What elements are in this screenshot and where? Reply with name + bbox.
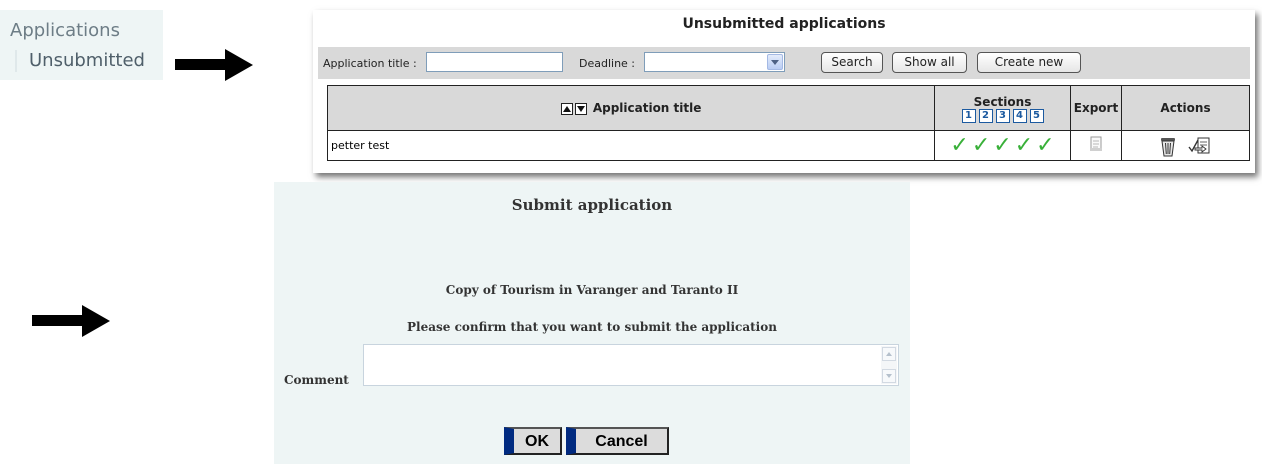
deadline-select[interactable]	[644, 52, 785, 72]
create-new-button[interactable]: Create new	[977, 52, 1081, 73]
comment-label: Comment	[284, 373, 349, 387]
dialog-application-name: Copy of Tourism in Varanger and Taranto …	[445, 283, 739, 297]
section-checks: ✓ ✓ ✓ ✓ ✓	[938, 133, 1067, 159]
filter-bar: Application title : Deadline : Search Sh…	[318, 47, 1250, 79]
dialog-confirm-text: Please confirm that you want to submit t…	[407, 320, 777, 334]
chevron-down-icon[interactable]	[767, 54, 783, 70]
nav-applications-link[interactable]: Applications	[10, 20, 120, 41]
ok-button[interactable]: OK	[504, 427, 562, 455]
nav-sub-indent	[15, 50, 17, 72]
row-actions	[1121, 130, 1250, 161]
comment-textarea[interactable]	[363, 344, 899, 386]
panel-title: Unsubmitted applications	[682, 16, 886, 32]
col-title-label: Application title	[592, 101, 702, 115]
check-icon: ✓	[1014, 132, 1034, 158]
title-filter-label: Application title :	[323, 57, 417, 70]
deadline-filter-label: Deadline :	[579, 57, 636, 70]
export-document-icon[interactable]	[1089, 136, 1103, 152]
section-links: 1 2 3 4 5	[935, 108, 1070, 123]
check-icon: ✓	[950, 132, 969, 158]
col-application-title: Application title	[327, 85, 935, 131]
check-icon: ✓	[1036, 132, 1055, 158]
section-link-1[interactable]: 1	[961, 108, 976, 123]
sort-down-icon[interactable]	[574, 102, 587, 115]
row-sections: ✓ ✓ ✓ ✓ ✓	[934, 130, 1071, 161]
col-sections: Sections 1 2 3 4 5	[934, 85, 1071, 131]
check-icon: ✓	[993, 132, 1012, 158]
section-link-5[interactable]: 5	[1029, 108, 1044, 123]
section-link-4[interactable]: 4	[1012, 108, 1027, 123]
scroll-up-icon[interactable]	[882, 347, 896, 361]
show-all-button[interactable]: Show all	[892, 52, 967, 73]
nav-unsubmitted-link[interactable]: Unsubmitted	[29, 50, 145, 71]
submit-application-icon[interactable]	[1188, 135, 1212, 157]
unsubmitted-applications-panel: Unsubmitted applications Application tit…	[313, 10, 1255, 173]
row-title[interactable]: petter test	[327, 130, 935, 161]
scroll-down-icon[interactable]	[882, 369, 896, 383]
col-export: Export	[1070, 85, 1122, 131]
table-header-row: Application title Sections 1 2 3 4 5 Exp…	[327, 85, 1250, 131]
trash-icon[interactable]	[1159, 135, 1177, 157]
applications-table: Application title Sections 1 2 3 4 5 Exp…	[327, 85, 1250, 161]
check-icon: ✓	[971, 132, 991, 158]
comment-scrollbar[interactable]	[881, 346, 897, 384]
right-arrow-icon	[32, 305, 110, 337]
col-export-label: Export	[1073, 101, 1119, 115]
col-sections-label: Sections	[973, 94, 1032, 109]
table-row[interactable]: petter test ✓ ✓ ✓ ✓ ✓	[327, 130, 1250, 161]
side-nav: Applications Unsubmitted	[0, 10, 163, 80]
col-actions: Actions	[1121, 85, 1250, 131]
sort-up-icon[interactable]	[560, 102, 573, 115]
title-filter-input[interactable]	[426, 52, 563, 72]
col-actions-label: Actions	[1160, 101, 1211, 115]
section-link-3[interactable]: 3	[995, 108, 1010, 123]
row-export	[1070, 130, 1122, 161]
cancel-button[interactable]: Cancel	[566, 427, 669, 455]
right-arrow-icon	[175, 49, 253, 81]
search-button[interactable]: Search	[821, 52, 883, 73]
submit-application-dialog: Submit application Copy of Tourism in Va…	[274, 182, 910, 464]
section-link-2[interactable]: 2	[978, 108, 993, 123]
dialog-title: Submit application	[511, 196, 673, 214]
